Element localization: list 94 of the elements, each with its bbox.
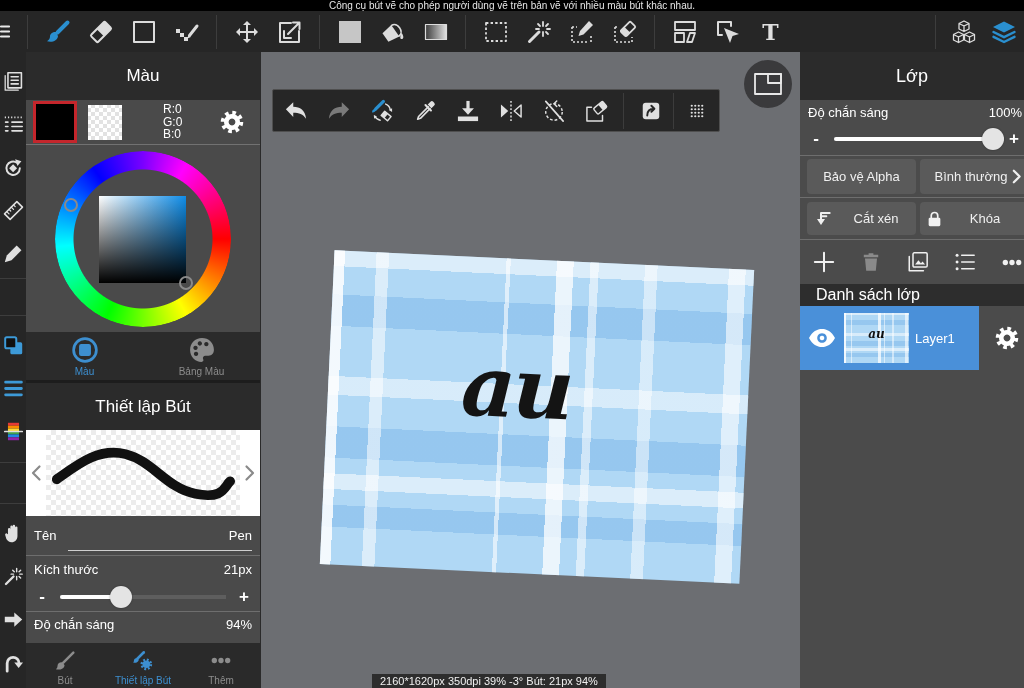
panel-tab[interactable]: Thêm (182, 643, 260, 688)
layers-icon[interactable] (992, 19, 1016, 44)
plus-button[interactable]: + (1006, 128, 1022, 150)
panel-tab[interactable]: Màu (26, 332, 143, 380)
text-tool-button[interactable]: T (762, 19, 779, 44)
ruler-icon[interactable] (3, 201, 23, 220)
rgb-value: R:0 (163, 103, 183, 116)
lines-icon[interactable] (3, 379, 23, 398)
rotate-icon[interactable] (3, 158, 23, 177)
dashed-box-pen-icon[interactable] (569, 19, 594, 44)
saturation-square[interactable] (99, 195, 186, 283)
lock-icon (928, 210, 941, 227)
lock-button[interactable]: Khóa (920, 202, 1024, 235)
brush-icon (55, 651, 75, 671)
panels-icon[interactable] (672, 19, 697, 44)
image-icon[interactable] (907, 252, 928, 272)
eye-icon[interactable] (808, 328, 836, 348)
chevron-right-icon (1012, 169, 1022, 184)
chevron-left-icon[interactable] (31, 465, 41, 481)
pen-icon[interactable] (3, 244, 23, 263)
pages-icon[interactable] (3, 72, 23, 91)
panel-title: Thiết lập Bút (95, 396, 191, 417)
setting-value: 100% (988, 105, 1022, 121)
palette-icon (188, 337, 215, 363)
resize-icon[interactable] (277, 19, 302, 44)
color-swatch-icon[interactable] (88, 104, 122, 140)
dashed-rectangle-icon[interactable] (483, 19, 508, 44)
eraser-icon[interactable] (88, 19, 113, 44)
name-field[interactable]: Pen (68, 521, 252, 551)
magic-wand-icon[interactable] (3, 567, 23, 586)
clip-button[interactable]: Cắt xén (807, 202, 916, 235)
thumbnail-text: au (868, 328, 885, 340)
shade-handle[interactable] (179, 275, 193, 290)
rotate-reset-icon[interactable] (542, 99, 565, 122)
hue-handle[interactable] (64, 197, 78, 212)
artwork-text: au (459, 343, 573, 433)
eraser-box-icon[interactable] (585, 99, 608, 122)
brush-swap-icon[interactable] (370, 99, 393, 122)
slider-thumb[interactable] (110, 586, 133, 608)
panel-tab[interactable]: Bảng Màu (143, 332, 260, 380)
rainbow-icon[interactable] (3, 422, 23, 441)
color-swatch-icon[interactable] (33, 101, 77, 143)
toggle-button[interactable]: Bảo vệ Alpha (807, 159, 916, 194)
magic-wand-icon[interactable] (526, 19, 551, 44)
minus-button[interactable]: - (34, 586, 50, 608)
rgb-value: G:0 (163, 115, 183, 129)
more-icon (211, 657, 231, 664)
setting-value: 94% (225, 617, 252, 633)
list-icon[interactable] (954, 252, 975, 272)
filled-square-icon[interactable] (337, 19, 362, 44)
list-header: Danh sách lớp (800, 284, 1024, 306)
layer-settings-icon[interactable] (995, 326, 1019, 350)
move-icon[interactable] (234, 19, 259, 44)
panel-title: Màu (126, 66, 160, 86)
dotted-list-icon[interactable] (3, 115, 23, 134)
setting-label: Độ chắn sáng (34, 617, 115, 633)
menu-icon[interactable] (0, 24, 10, 39)
setting-label: Tên (34, 527, 57, 544)
plus-button[interactable]: + (236, 586, 252, 608)
dropdown-button[interactable]: Bình thường (920, 159, 1024, 194)
more-icon[interactable] (1001, 258, 1022, 266)
cubes-icon[interactable] (952, 19, 976, 44)
flip-icon[interactable] (499, 99, 522, 122)
share-icon[interactable] (641, 101, 660, 120)
curved-arrow-icon[interactable] (3, 653, 23, 672)
chevron-right-icon[interactable] (245, 465, 255, 481)
plus-icon[interactable] (813, 252, 834, 272)
settings-icon[interactable] (220, 110, 244, 134)
brush-gear-icon (133, 651, 153, 671)
status-text: 2160*1620px 350dpi 39% -3° Bút: 21px 94% (372, 674, 606, 688)
dot-grid-icon[interactable] (689, 103, 704, 118)
minus-button[interactable]: - (808, 128, 824, 150)
setting-value: 21px (223, 562, 252, 578)
square-outline-icon[interactable] (131, 19, 156, 44)
arrow-icon[interactable] (3, 610, 23, 629)
brush-icon[interactable] (45, 19, 70, 44)
panel-tab[interactable]: Thiết lập Bút (104, 643, 182, 688)
box-cursor-icon[interactable] (715, 19, 740, 44)
setting-label: Độ chắn sáng (808, 105, 889, 121)
caption-text: Công cụ bút vẽ cho phép người dùng vẽ trên bản vẽ với nhiều màu bút khác nhau. (328, 0, 696, 11)
rgb-value: B:0 (163, 128, 182, 141)
panel-tab[interactable]: Bút (26, 643, 104, 688)
view-toggle-button[interactable] (744, 60, 792, 108)
slider-thumb[interactable] (982, 128, 1004, 150)
layer-name: Layer1 (915, 330, 955, 346)
setting-label: Kích thước (34, 562, 99, 578)
overlapping-squares-icon[interactable] (3, 336, 23, 355)
download-icon[interactable] (456, 99, 479, 122)
window-icon (754, 73, 782, 95)
color-circle-icon (71, 337, 98, 363)
dashed-box-eraser-icon[interactable] (612, 19, 637, 44)
panel-title: Lớp (896, 65, 928, 87)
bent-arrow-icon (815, 210, 831, 227)
layer-row[interactable]: au Layer1 (800, 306, 979, 370)
